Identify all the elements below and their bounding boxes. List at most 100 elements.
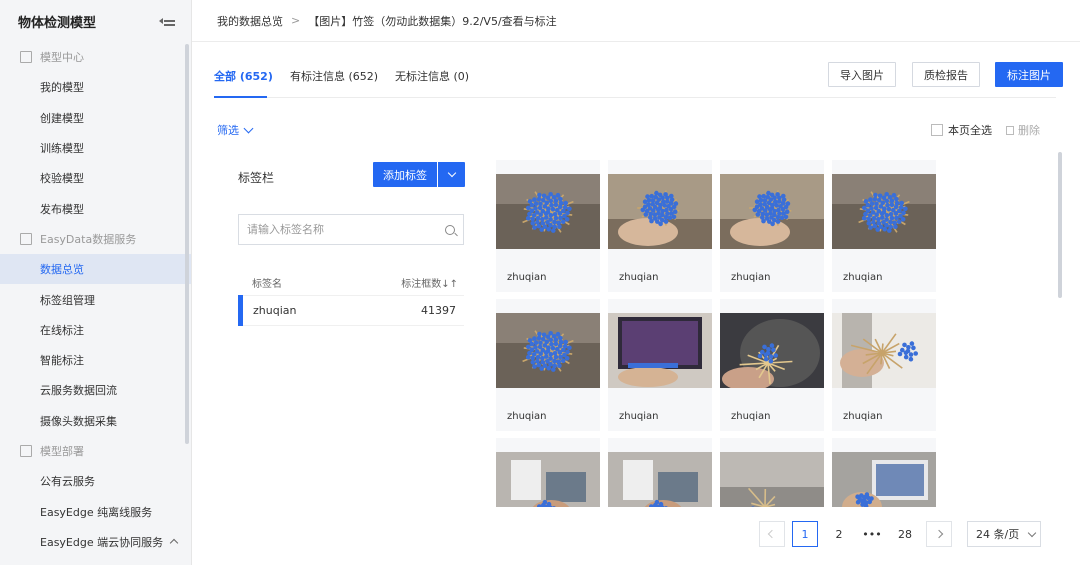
image-label-caption: zhuqian xyxy=(507,272,547,283)
label-search-input[interactable] xyxy=(247,223,445,236)
image-card[interactable] xyxy=(496,438,600,507)
image-card[interactable]: zhuqian xyxy=(608,160,712,292)
image-card[interactable]: zhuqian xyxy=(496,299,600,431)
page-1[interactable]: 1 xyxy=(792,521,818,547)
delete-label: 删除 xyxy=(1018,124,1040,137)
tab-annotated[interactable]: 有标注信息 (652) xyxy=(290,68,378,84)
image-card[interactable] xyxy=(720,438,824,507)
image-thumbnail[interactable] xyxy=(608,174,712,249)
image-card[interactable]: zhuqian xyxy=(832,160,936,292)
image-label-caption: zhuqian xyxy=(619,272,659,283)
sidebar-menu: 模型中心我的模型创建模型 训练模型 校验模型 发布模型 EasyData数据服务 数据总览… xyxy=(0,42,191,557)
chevron-down-icon xyxy=(1027,528,1037,537)
label-panel: 标签栏 添加标签 标签名 标注框数↓↑ zhuqian 41397 xyxy=(214,152,466,565)
sidebar-group: 模型中心 xyxy=(0,42,191,72)
image-thumbnail[interactable] xyxy=(720,174,824,249)
sidebar-header: 物体检测模型 xyxy=(0,0,191,42)
sidebar-title: 物体检测模型 xyxy=(18,15,97,31)
image-thumbnail[interactable] xyxy=(832,313,936,388)
label-row-count: 41397 xyxy=(421,304,456,317)
filter-toggle[interactable]: 筛选 xyxy=(217,122,254,138)
select-all-checkbox[interactable] xyxy=(931,124,943,136)
search-icon[interactable] xyxy=(445,224,455,235)
tab-unannotated[interactable]: 无标注信息 (0) xyxy=(395,68,469,84)
sidebar-item-label: 摄像头数据采集 xyxy=(40,414,117,428)
group-icon xyxy=(20,445,32,457)
sidebar-item[interactable]: 云服务数据回流 xyxy=(0,375,191,405)
image-thumbnail[interactable] xyxy=(832,452,936,507)
sidebar-item[interactable]: 标签组管理 xyxy=(0,284,191,314)
sidebar-item-label: 我的模型 xyxy=(40,81,84,95)
add-label-button[interactable]: 添加标签 xyxy=(373,162,437,187)
sidebar-item[interactable]: EasyEdge 端云协同服务 xyxy=(0,527,191,557)
page-size-value: 24 条/页 xyxy=(976,528,1020,541)
image-card[interactable]: zhuqian xyxy=(496,160,600,292)
label-row[interactable]: zhuqian 41397 xyxy=(238,295,464,326)
breadcrumb-root[interactable]: 我的数据总览 xyxy=(217,13,283,29)
select-all-label: 本页全选 xyxy=(948,124,992,137)
image-thumbnail[interactable] xyxy=(608,313,712,388)
image-label-caption: zhuqian xyxy=(843,411,883,422)
tab-active-indicator xyxy=(214,96,267,98)
image-card[interactable]: zhuqian xyxy=(720,160,824,292)
sidebar-item[interactable]: 数据总览 xyxy=(0,254,191,285)
chevron-up-icon[interactable] xyxy=(169,539,179,548)
image-grid: zhuqian zhuqian zhuqian zhuqian zhuqian zhuqi… xyxy=(496,160,1056,507)
page-size-select[interactable]: 24 条/页 xyxy=(967,521,1041,547)
delete-button[interactable]: 删除 xyxy=(1006,122,1040,138)
sidebar-item-label: 数据总览 xyxy=(40,263,84,277)
sidebar-item-label: 智能标注 xyxy=(40,354,84,368)
tab-all[interactable]: 全部 (652) xyxy=(214,68,273,84)
main-content: 全部 (652) 有标注信息 (652) 无标注信息 (0) 导入图片 质检报告… xyxy=(192,42,1080,565)
prev-page-button[interactable] xyxy=(759,521,785,547)
chevron-right-icon xyxy=(934,529,944,539)
collapse-menu-icon[interactable] xyxy=(159,15,175,27)
image-thumbnail[interactable] xyxy=(720,313,824,388)
image-card[interactable]: zhuqian xyxy=(720,299,824,431)
annotate-images-button[interactable]: 标注图片 xyxy=(995,62,1063,87)
quality-report-button[interactable]: 质检报告 xyxy=(912,62,980,87)
sidebar-item[interactable]: 摄像头数据采集 xyxy=(0,406,191,436)
image-card[interactable] xyxy=(832,438,936,507)
image-thumbnail[interactable] xyxy=(496,452,600,507)
sidebar-item[interactable]: 创建模型 xyxy=(0,103,191,133)
select-all-page[interactable]: 本页全选 xyxy=(931,122,992,138)
trash-icon xyxy=(1006,125,1014,135)
sidebar-group-label: EasyData数据服务 xyxy=(40,232,137,246)
image-thumbnail[interactable] xyxy=(832,174,936,249)
image-label-caption: zhuqian xyxy=(731,272,771,283)
sidebar-group-label: 模型部署 xyxy=(40,445,84,458)
sidebar-item[interactable]: EasyEdge 纯离线服务 xyxy=(0,496,191,526)
add-label-button-group: 添加标签 xyxy=(373,162,465,187)
page-ellipsis[interactable]: ••• xyxy=(859,521,885,547)
image-thumbnail[interactable] xyxy=(720,452,824,507)
pagination: 1 2 ••• 28 xyxy=(192,521,1080,547)
page-2[interactable]: 2 xyxy=(826,521,852,547)
sidebar-group: EasyData数据服务 xyxy=(0,224,191,254)
sidebar-item[interactable]: 智能标注 xyxy=(0,345,191,375)
add-label-dropdown[interactable] xyxy=(438,162,465,187)
group-icon xyxy=(20,51,32,64)
image-thumbnail[interactable] xyxy=(496,313,600,388)
sidebar-scrollbar[interactable] xyxy=(185,44,189,444)
sidebar-item[interactable]: 在线标注 xyxy=(0,315,191,345)
image-card[interactable]: zhuqian xyxy=(832,299,936,431)
image-thumbnail[interactable] xyxy=(496,174,600,249)
sidebar-item[interactable]: 校验模型 xyxy=(0,163,191,193)
image-card[interactable]: zhuqian xyxy=(608,299,712,431)
image-label-caption: zhuqian xyxy=(619,411,659,422)
sidebar-item-label: 在线标注 xyxy=(40,323,84,337)
next-page-button[interactable] xyxy=(926,521,952,547)
grid-scrollbar[interactable] xyxy=(1058,152,1062,298)
sidebar-item[interactable]: 公有云服务 xyxy=(0,466,191,496)
image-label-caption: zhuqian xyxy=(507,411,547,422)
image-thumbnail[interactable] xyxy=(608,452,712,507)
sidebar-item[interactable]: 我的模型 xyxy=(0,72,191,102)
image-card[interactable] xyxy=(608,438,712,507)
page-28[interactable]: 28 xyxy=(892,521,918,547)
sidebar-item[interactable]: 训练模型 xyxy=(0,133,191,163)
import-images-button[interactable]: 导入图片 xyxy=(828,62,896,87)
filter-label: 筛选 xyxy=(217,124,239,137)
label-count-header[interactable]: 标注框数↓↑ xyxy=(401,275,458,290)
sidebar-item[interactable]: 发布模型 xyxy=(0,193,191,223)
